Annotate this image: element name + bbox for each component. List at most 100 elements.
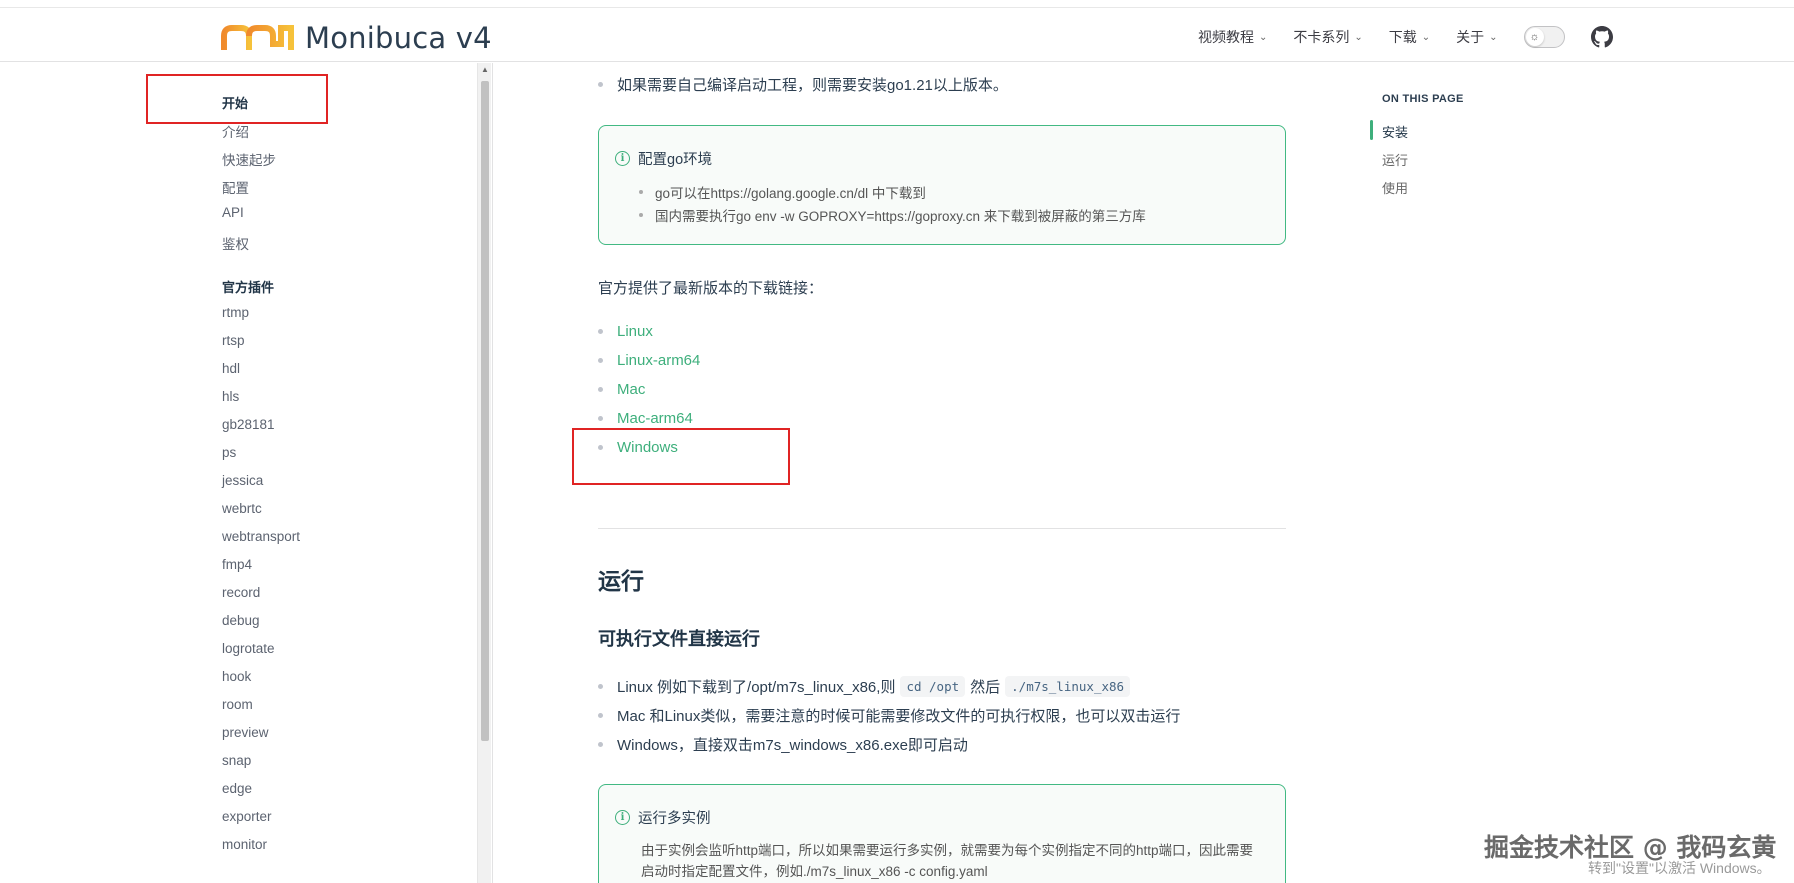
sidebar-item-config[interactable]: 配置 — [222, 177, 249, 197]
inline-code: ./m7s_linux_x86 — [1005, 676, 1131, 697]
sidebar-item-hls[interactable]: hls — [222, 389, 239, 404]
nav-label: 关于 — [1456, 29, 1485, 45]
list-item-text: Windows，直接双击m7s_windows_x86.exe即可启动 — [617, 737, 968, 754]
annotation-box-start — [146, 74, 328, 124]
download-link-mac[interactable]: Mac — [617, 381, 645, 398]
annotation-box-windows — [572, 428, 790, 485]
top-navbar: Monibuca v4 视频教程 ⌄ 不卡系列 ⌄ 下载 ⌄ 关于 ⌄ ☼ — [0, 8, 1794, 62]
sidebar-item-api[interactable]: API — [222, 205, 244, 220]
bullet-icon — [639, 190, 643, 194]
list-item-text: 如果需要自己编译启动工程，则需要安装go1.21以上版本。 — [617, 77, 1008, 94]
sidebar-item-ps[interactable]: ps — [222, 445, 236, 460]
nav-download[interactable]: 下载 ⌄ — [1389, 27, 1430, 47]
tip-list-item: 国内需要执行go env -w GOPROXY=https://goproxy.… — [639, 205, 1146, 225]
sidebar-item-quickstart[interactable]: 快速起步 — [222, 149, 276, 169]
tip-text: 由于实例会监听http端口，所以如果需要运行多实例，就需要为每个实例指定不同的h… — [641, 843, 1254, 879]
tip-title: i 运行多实例 — [615, 807, 711, 828]
nav-about[interactable]: 关于 ⌄ — [1456, 27, 1497, 47]
bullet-icon — [598, 684, 603, 689]
nav-no-lag-series[interactable]: 不卡系列 ⌄ — [1293, 27, 1362, 47]
list-item-text: Linux 例如下载到了/opt/m7s_linux_x86,则 — [617, 679, 896, 696]
list-item: Linux 例如下载到了/opt/m7s_linux_x86,则 cd /opt… — [598, 676, 1135, 697]
section-divider — [598, 528, 1286, 529]
sidebar-item-hook[interactable]: hook — [222, 669, 251, 684]
bullet-icon — [639, 213, 643, 217]
tip-box-go-env: i 配置go环境 go可以在https://golang.google.cn/dl… — [598, 125, 1286, 245]
theme-toggle[interactable]: ☼ — [1523, 26, 1565, 48]
inline-code: cd /opt — [900, 676, 966, 697]
sidebar-item-intro[interactable]: 介绍 — [222, 121, 249, 141]
on-this-page-active-marker — [1370, 120, 1373, 140]
sidebar-group-plugins[interactable]: 官方插件 — [222, 277, 274, 296]
bullet-icon — [598, 713, 603, 718]
tip-list-text: 国内需要执行go env -w GOPROXY=https://goproxy.… — [655, 209, 1146, 224]
bullet-icon — [598, 358, 603, 363]
site-logo[interactable]: Monibuca v4 — [221, 21, 492, 55]
list-item-text: 然后 — [970, 679, 1001, 696]
bullet-icon — [598, 82, 603, 87]
download-item: Mac — [598, 381, 645, 398]
bullet-icon — [598, 416, 603, 421]
sidebar-item-exporter[interactable]: exporter — [222, 809, 272, 824]
sidebar-item-monitor[interactable]: monitor — [222, 837, 267, 852]
toc-item-use[interactable]: 使用 — [1382, 178, 1408, 197]
chevron-down-icon: ⌄ — [1354, 31, 1363, 43]
list-item-text: Mac 和Linux类似，需要注意的时候可能需要修改文件的可执行权限，也可以双击… — [617, 708, 1181, 725]
toc-item-run[interactable]: 运行 — [1382, 150, 1408, 169]
sun-icon: ☼ — [1525, 28, 1544, 46]
sidebar-item-debug[interactable]: debug — [222, 613, 260, 628]
sidebar-scrollbar[interactable]: ▲ — [477, 63, 491, 883]
sidebar-item-preview[interactable]: preview — [222, 725, 269, 740]
tip-title-text: 运行多实例 — [638, 811, 711, 827]
sidebar-item-fmp4[interactable]: fmp4 — [222, 557, 252, 572]
download-intro: 官方提供了最新版本的下载链接： — [598, 280, 824, 297]
logo-text: Monibuca v4 — [305, 21, 492, 55]
sidebar-item-rtmp[interactable]: rtmp — [222, 305, 249, 320]
on-this-page-title: ON THIS PAGE — [1382, 93, 1464, 105]
download-link-mac-arm64[interactable]: Mac-arm64 — [617, 410, 693, 427]
chevron-down-icon: ⌄ — [1489, 31, 1498, 43]
sidebar-item-jessica[interactable]: jessica — [222, 473, 263, 488]
scrollbar-thumb[interactable] — [481, 81, 489, 741]
nav-label: 视频教程 — [1198, 29, 1254, 45]
github-icon[interactable] — [1590, 26, 1613, 48]
bullet-icon — [598, 329, 603, 334]
sidebar-item-webtransport[interactable]: webtransport — [222, 529, 300, 544]
browser-top-edge — [0, 0, 1794, 8]
bullet-icon — [598, 742, 603, 747]
list-item: Windows，直接双击m7s_windows_x86.exe即可启动 — [598, 734, 968, 755]
sidebar-item-snap[interactable]: snap — [222, 753, 251, 768]
tip-list-text: go可以在https://golang.google.cn/dl 中下载到 — [655, 186, 926, 201]
chevron-down-icon: ⌄ — [1421, 31, 1431, 43]
sidebar-item-auth[interactable]: 鉴权 — [222, 233, 249, 253]
info-icon: i — [615, 810, 630, 825]
list-item: 如果需要自己编译启动工程，则需要安装go1.21以上版本。 — [598, 74, 1008, 95]
toc-item-install[interactable]: 安装 — [1382, 122, 1408, 141]
sidebar-item-room[interactable]: room — [222, 697, 253, 712]
list-item: Mac 和Linux类似，需要注意的时候可能需要修改文件的可执行权限，也可以双击… — [598, 705, 1180, 726]
windows-activation-notice: 转到"设置"以激活 Windows。 — [1588, 860, 1771, 876]
nav-video-tutorial[interactable]: 视频教程 ⌄ — [1198, 27, 1267, 47]
sidebar-item-edge[interactable]: edge — [222, 781, 252, 796]
heading-run: 运行 — [598, 568, 644, 594]
sidebar-item-hdl[interactable]: hdl — [222, 361, 240, 376]
tip-box-multi-instance: i 运行多实例 由于实例会监听http端口，所以如果需要运行多实例，就需要为每个实… — [598, 784, 1286, 883]
sidebar-item-gb28181[interactable]: gb28181 — [222, 417, 275, 432]
nav-label: 下载 — [1388, 29, 1417, 45]
info-icon: i — [615, 151, 630, 166]
download-link-linux-arm64[interactable]: Linux-arm64 — [617, 352, 700, 369]
download-link-linux[interactable]: Linux — [617, 323, 653, 340]
tip-title-text: 配置go环境 — [638, 152, 713, 168]
sidebar-item-webrtc[interactable]: webrtc — [222, 501, 262, 516]
nav-label: 不卡系列 — [1293, 29, 1350, 45]
heading-run-executable: 可执行文件直接运行 — [598, 629, 760, 649]
download-item: Mac-arm64 — [598, 410, 693, 427]
monibuca-logo-icon — [221, 25, 294, 50]
sidebar-item-logrotate[interactable]: logrotate — [222, 641, 275, 656]
scroll-up-arrow-icon[interactable]: ▲ — [481, 65, 489, 74]
tip-list-item: go可以在https://golang.google.cn/dl 中下载到 — [639, 182, 926, 202]
download-item: Linux-arm64 — [598, 352, 700, 369]
download-item: Linux — [598, 323, 653, 340]
sidebar-item-rtsp[interactable]: rtsp — [222, 333, 245, 348]
sidebar-item-record[interactable]: record — [222, 585, 260, 600]
